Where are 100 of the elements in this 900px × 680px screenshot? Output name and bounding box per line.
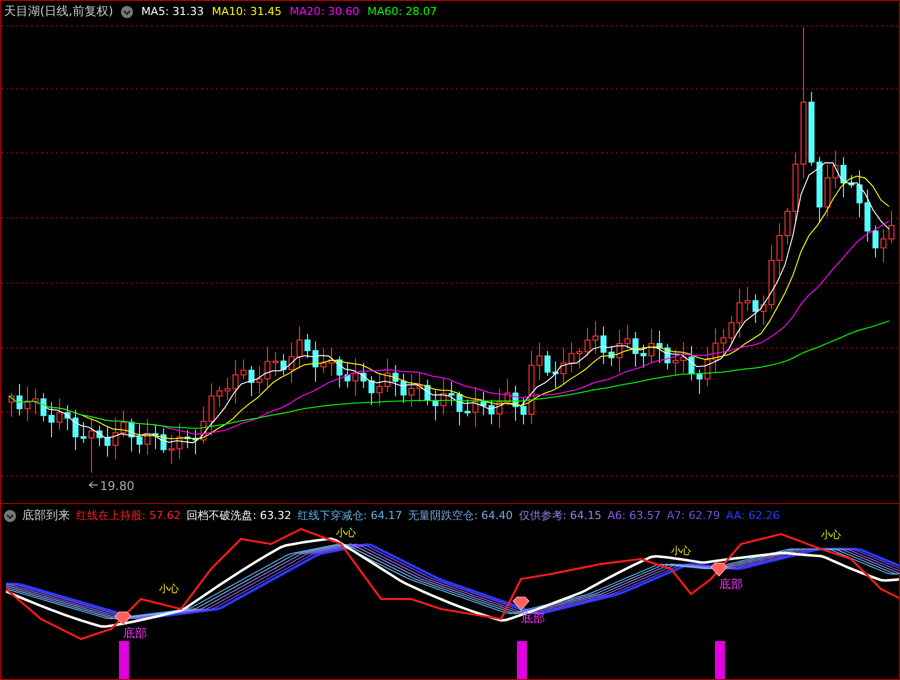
candlestick [56,398,62,430]
indicator-value: A6: 63.57 [608,509,661,522]
candlestick [608,345,614,366]
candlestick [288,342,294,384]
candlestick [496,388,502,429]
candlestick [184,430,190,449]
bottom-signal-bar [119,641,129,679]
candlestick [376,372,382,406]
candlestick [480,392,486,416]
chevron-down-icon[interactable] [121,6,134,18]
candlestick [344,362,350,388]
candlestick [640,344,646,368]
candlestick [32,388,38,415]
candlestick [64,404,70,431]
indicator-value: MA20: 30.60 [290,5,360,18]
low-price-label: 19.80 [100,479,134,493]
candlestick [192,429,198,455]
candlestick [320,348,326,374]
indicator-value: AA: 62.26 [726,509,780,522]
candlestick [864,188,870,242]
chart-title: 天目湖(日线,前复权) [4,3,114,20]
candlestick [296,326,302,370]
candlestick [88,417,94,474]
candlestick [720,328,726,357]
candlestick [16,384,22,416]
candlestick [440,378,446,415]
candlestick [536,342,542,380]
candlestick [256,366,262,394]
candlestick [712,328,718,373]
candlestick [128,418,134,452]
candlestick [576,347,582,369]
candlestick [616,329,622,374]
candlestick [824,164,830,218]
candlestick [264,346,270,388]
candlestick [424,379,430,406]
candlestick [280,354,286,376]
candlestick [368,375,374,406]
gem-icon [512,596,530,611]
candlestick [544,350,550,376]
chevron-down-icon[interactable] [4,510,16,522]
caution-label: 小心 [671,546,691,557]
candlestick [672,348,678,376]
candlestick [360,362,366,389]
candlestick [464,398,470,417]
candlestick [888,210,894,244]
candlestick [416,371,422,402]
indicator-value: MA5: 31.33 [141,5,204,18]
indicator-value: A7: 62.79 [666,509,720,522]
candlestick [96,426,102,447]
bottom-signal-bar [715,641,725,679]
candlestick [648,328,654,364]
candlestick [144,418,150,456]
candlestick [568,342,574,373]
caution-label: 小心 [821,530,841,541]
candlestick [40,392,46,422]
low-arrow-icon [88,482,98,488]
candlestick [872,224,878,258]
candlestick [784,207,790,245]
candlestick [520,398,526,425]
candlestick [688,346,694,381]
candlestick [504,378,510,406]
candlestick [216,386,222,408]
candlestick [232,359,238,404]
candlestick [704,346,710,387]
candlestick [136,424,142,454]
candlestick [200,406,206,444]
bottom-signal-bar [517,641,527,679]
candlestick [488,399,494,425]
candlestick [240,358,246,380]
candlestick [48,401,54,438]
candlestick [384,358,390,393]
indicator-value: 红线在上持股: 57.62 [76,508,181,523]
indicator-value: 仅供参考: 64.15 [518,508,602,523]
caution-label: 小心 [336,528,356,539]
candlestick [248,365,254,397]
gem-icon [114,612,132,626]
candlestick [848,174,854,188]
candlestick [408,374,414,408]
candlestick [160,428,166,454]
candlestick [600,326,606,364]
candlestick [840,156,846,198]
candlestick [112,417,118,460]
bottom-label: 底部 [719,577,743,591]
candlestick [560,348,566,386]
candlestick [768,245,774,310]
candlestick [168,434,174,465]
candlestick [392,364,398,397]
candlestick [856,170,862,218]
candlestick [728,315,734,344]
candlestick [24,386,30,422]
candlestick [352,358,358,396]
indicator-value: 无量阴跌空仓: 64.40 [408,508,513,523]
candlestick [632,332,638,368]
indicator-value: MA10: 31.45 [212,5,282,18]
candlestick [512,385,518,422]
candlestick [880,228,886,263]
indicator-title: 底部到来 [22,507,70,524]
indicator-value: 回档不破洗盘: 63.32 [186,508,292,523]
candlestick [792,152,798,223]
candlestick [624,324,630,350]
